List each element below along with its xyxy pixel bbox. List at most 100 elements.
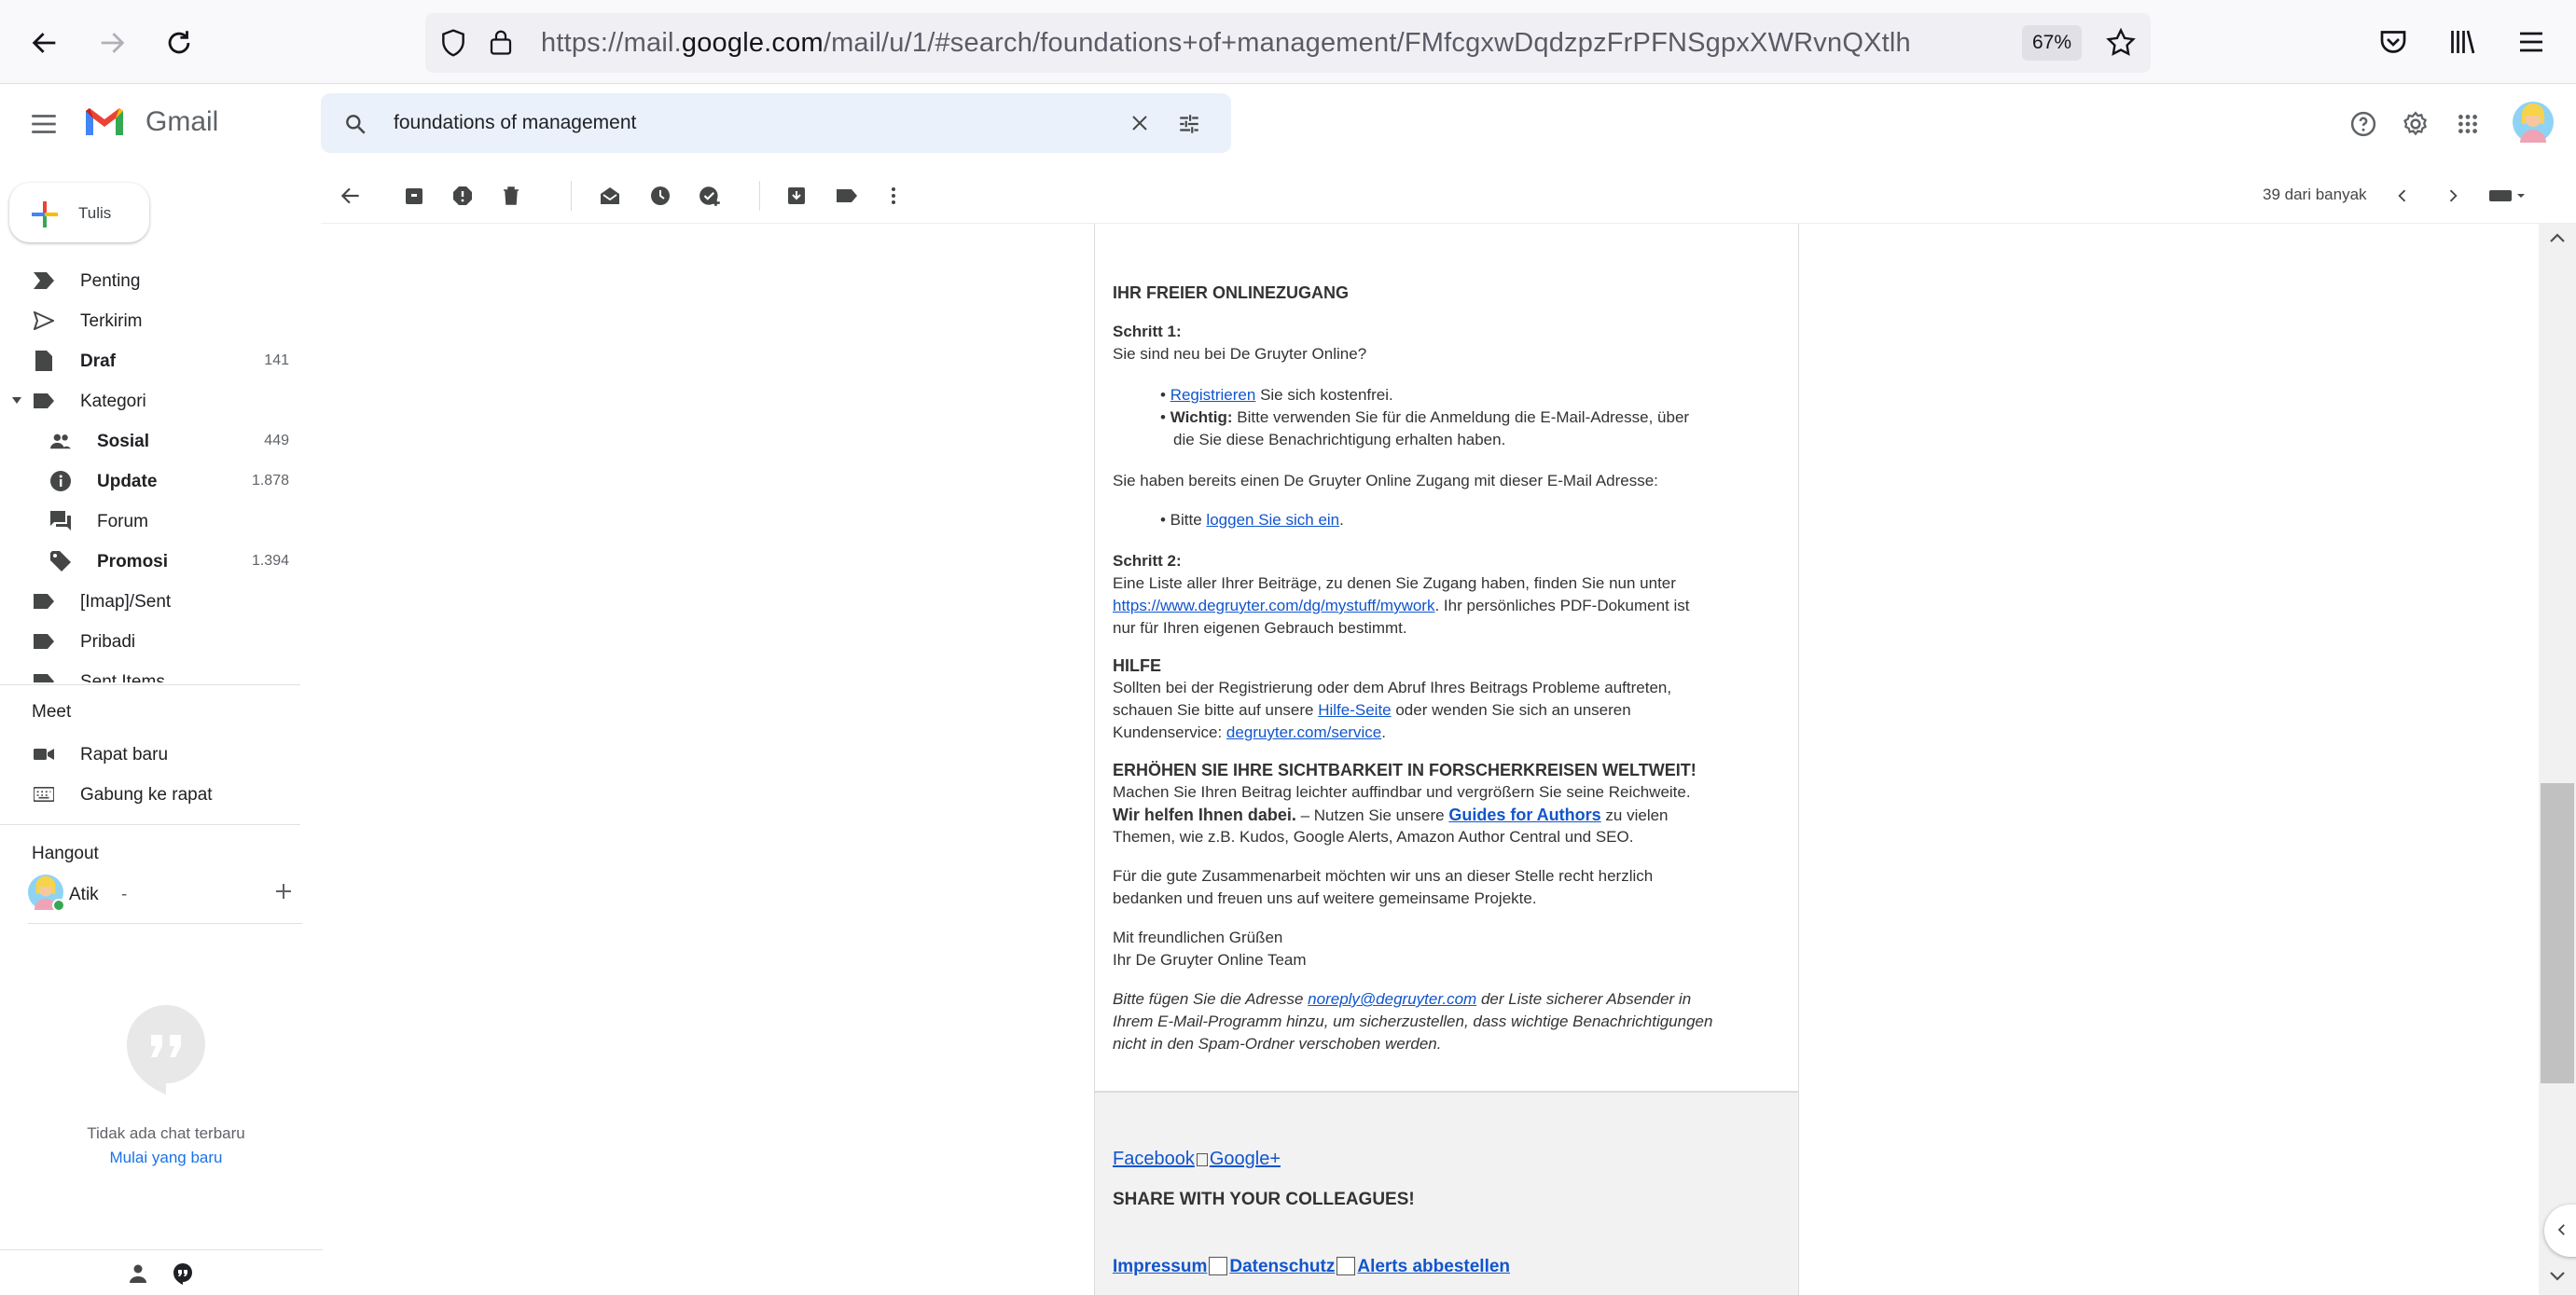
sidebar-item-promosi[interactable]: Promosi 1.394 [0,542,308,579]
snooze-clock-icon[interactable] [647,183,673,209]
meet-new-meeting[interactable]: Rapat baru [0,735,308,772]
input-tools-keyboard-icon[interactable] [2488,183,2526,209]
contacts-person-icon[interactable] [127,1262,149,1285]
help-line2-post: oder wenden Sie sich an unseren [1391,701,1631,719]
help-line2-pre: schauen Sie bitte auf unsere [1113,701,1319,719]
sidebar-item-label: Penting [80,271,141,291]
sidebar-item-penting[interactable]: Penting [0,261,308,298]
toolbar-divider [571,181,572,211]
bookmark-star-icon[interactable] [2104,26,2138,60]
visibility-bold: Wir helfen Ihnen dabei. [1113,806,1296,824]
url-prefix: https://mail. [541,28,682,58]
sidebar-item-terkirim[interactable]: Terkirim [0,301,308,338]
customer-service-link[interactable]: degruyter.com/service [1226,723,1381,741]
add-to-tasks-icon[interactable] [698,183,724,209]
forward-arrow-icon[interactable] [86,17,138,69]
scrollbar-track[interactable] [2539,224,2576,1295]
step2-line2-text: . Ihr persönliches PDF-Dokument ist [1434,597,1690,614]
settings-gear-icon[interactable] [2397,105,2434,143]
visibility-title: ERHÖHEN SIE IHRE SICHTBARKEIT IN FORSCHE… [1113,761,1697,779]
account-avatar[interactable] [2513,102,2554,143]
sidebar-divider [28,923,302,924]
sidebar-item-count: 1.878 [251,473,289,489]
apps-grid-icon[interactable] [2449,105,2486,143]
datenschutz-link[interactable]: Datenschutz [1229,1257,1335,1276]
sidebar-item-sent-items[interactable]: Sent Items [0,662,308,682]
older-chevron-right-icon[interactable] [2440,183,2466,209]
guides-for-authors-link[interactable]: Guides for Authors [1448,806,1600,824]
step2-title: Schritt 2: [1113,552,1182,570]
google-plus-link[interactable]: Google+ [1210,1149,1281,1169]
search-bar[interactable]: foundations of management [321,93,1231,153]
scroll-down-chevron-icon[interactable] [2546,1264,2569,1287]
thanks-line1: Für die gute Zusammenarbeit möchten wir … [1113,867,1654,885]
message-toolbar: 39 dari banyak [321,168,2576,224]
facebook-link[interactable]: Facebook [1113,1149,1195,1169]
report-spam-icon[interactable] [450,183,476,209]
help-icon[interactable] [2345,105,2382,143]
gmail-logo-icon[interactable] [82,104,127,140]
sidebar-item-draf[interactable]: Draf 141 [0,341,308,379]
search-icon[interactable] [343,112,367,136]
add-contact-plus-icon[interactable] [272,880,295,902]
noreply-email-link[interactable]: noreply@degruyter.com [1308,990,1476,1008]
sidebar-item-pribadi[interactable]: Pribadi [0,622,308,659]
library-icon[interactable] [2445,25,2479,59]
login-link[interactable]: loggen Sie sich ein [1206,511,1339,529]
sidebar-item-imap-sent[interactable]: [Imap]/Sent [0,582,308,619]
shield-icon[interactable] [438,27,468,59]
start-new-chat-link[interactable]: Mulai yang baru [0,1149,332,1167]
bullet-register: • Registrieren Sie sich kostenfrei. [1160,386,1393,404]
newer-chevron-left-icon[interactable] [2389,183,2416,209]
scrollbar-thumb[interactable] [2541,783,2574,1083]
search-input[interactable]: foundations of management [394,112,636,134]
sidebar-item-kategori[interactable]: Kategori [0,381,308,419]
pocket-icon[interactable] [2376,25,2410,59]
hangouts-quote-icon [127,1005,205,1095]
help-page-link[interactable]: Hilfe-Seite [1318,701,1391,719]
meet-item-label: Gabung ke rapat [80,785,213,805]
lock-icon[interactable] [487,26,515,58]
impressum-link[interactable]: Impressum [1113,1257,1207,1276]
back-to-list-icon[interactable] [338,183,364,209]
more-options-icon[interactable] [880,183,907,209]
tag-icon [50,551,71,572]
meet-join-meeting[interactable]: Gabung ke rapat [0,775,308,812]
search-options-icon[interactable] [1177,112,1201,136]
footer-links: Impressum Datenschutz Alerts abbestellen [1113,1257,1510,1277]
hangouts-chat-icon[interactable] [172,1262,194,1285]
clear-search-icon[interactable] [1129,112,1151,134]
broken-image-icon [1209,1257,1228,1275]
expand-caret-icon[interactable] [11,391,22,411]
compose-button[interactable]: Tulis [9,183,149,242]
zoom-level-badge[interactable]: 67% [2022,25,2082,61]
mark-unread-icon[interactable] [597,183,623,209]
login-prefix: • Bitte [1160,511,1207,529]
page-count: 39 dari banyak [2263,186,2367,203]
label-as-icon[interactable] [834,183,860,209]
gmail-header: Gmail foundations of management [0,85,2576,165]
sidebar-item-sosial[interactable]: Sosial 449 [0,421,308,459]
mywork-link[interactable]: https://www.degruyter.com/dg/mystuff/myw… [1113,597,1434,614]
meet-section-title: Meet [32,702,72,722]
back-arrow-icon[interactable] [19,17,71,69]
gmail-wordmark[interactable]: Gmail [145,106,218,138]
step2-line2: https://www.degruyter.com/dg/mystuff/myw… [1113,595,1690,617]
delete-trash-icon[interactable] [498,183,524,209]
unsubscribe-alerts-link[interactable]: Alerts abbestellen [1357,1257,1510,1276]
url-domain: google.com [681,28,824,58]
people-icon [50,431,71,451]
hangout-user-row[interactable]: Atik - [28,875,308,912]
url-bar[interactable]: https://mail.google.com/mail/u/1/#search… [425,13,2151,73]
sidebar-item-update[interactable]: Update 1.878 [0,462,308,499]
move-to-icon[interactable] [783,183,810,209]
scroll-up-chevron-icon[interactable] [2546,227,2569,250]
sidebar-item-forum[interactable]: Forum [0,502,308,539]
sidebar-item-label: Kategori [80,392,146,411]
main-menu-icon[interactable] [28,108,60,140]
url-text[interactable]: https://mail.google.com/mail/u/1/#search… [541,28,1911,59]
hamburger-menu-icon[interactable] [2514,25,2548,59]
reload-icon[interactable] [153,17,205,69]
archive-icon[interactable] [401,183,427,209]
register-link[interactable]: Registrieren [1170,386,1256,404]
